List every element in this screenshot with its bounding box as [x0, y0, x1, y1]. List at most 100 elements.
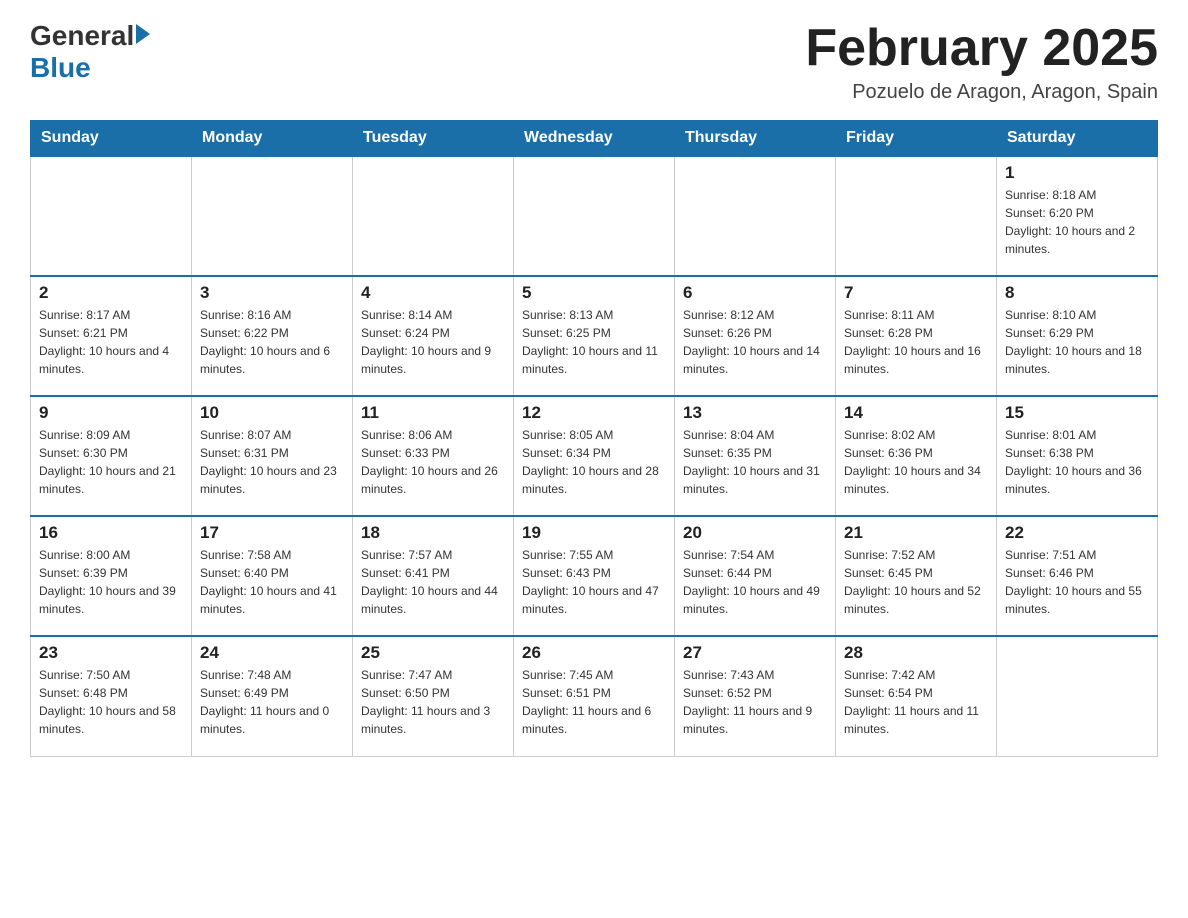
weekday-header-friday: Friday — [836, 121, 997, 157]
day-info: Sunrise: 8:06 AMSunset: 6:33 PMDaylight:… — [361, 426, 505, 498]
day-info: Sunrise: 7:50 AMSunset: 6:48 PMDaylight:… — [39, 666, 183, 738]
calendar-cell: 11 Sunrise: 8:06 AMSunset: 6:33 PMDayligh… — [353, 396, 514, 516]
day-info: Sunrise: 7:54 AMSunset: 6:44 PMDaylight:… — [683, 546, 827, 618]
page-header: General Blue February 2025 Pozuelo de Ar… — [30, 20, 1158, 104]
day-info: Sunrise: 8:05 AMSunset: 6:34 PMDaylight:… — [522, 426, 666, 498]
calendar-cell — [997, 636, 1158, 756]
day-number: 27 — [683, 643, 827, 663]
day-info: Sunrise: 8:14 AMSunset: 6:24 PMDaylight:… — [361, 306, 505, 378]
day-info: Sunrise: 7:42 AMSunset: 6:54 PMDaylight:… — [844, 666, 988, 738]
day-number: 17 — [200, 523, 344, 543]
weekday-header-sunday: Sunday — [31, 121, 192, 157]
day-number: 1 — [1005, 163, 1149, 183]
calendar-cell: 25Sunrise: 7:47 AMSunset: 6:50 PMDayligh… — [353, 636, 514, 756]
calendar-cell: 7 Sunrise: 8:11 AMSunset: 6:28 PMDaylight… — [836, 276, 997, 396]
logo-general-text: General — [30, 20, 134, 52]
day-info: Sunrise: 8:07 AMSunset: 6:31 PMDaylight:… — [200, 426, 344, 498]
day-info: Sunrise: 8:17 AMSunset: 6:21 PMDaylight:… — [39, 306, 183, 378]
calendar-week-row: 1Sunrise: 8:18 AMSunset: 6:20 PMDaylight… — [31, 156, 1158, 276]
day-info: Sunrise: 7:57 AMSunset: 6:41 PMDaylight:… — [361, 546, 505, 618]
day-info: Sunrise: 8:02 AMSunset: 6:36 PMDaylight:… — [844, 426, 988, 498]
calendar-cell: 14 Sunrise: 8:02 AMSunset: 6:36 PMDayligh… — [836, 396, 997, 516]
calendar-week-row: 16 Sunrise: 8:00 AMSunset: 6:39 PMDayligh… — [31, 516, 1158, 636]
calendar-cell: 17 Sunrise: 7:58 AMSunset: 6:40 PMDayligh… — [192, 516, 353, 636]
day-number: 22 — [1005, 523, 1149, 543]
weekday-header-wednesday: Wednesday — [514, 121, 675, 157]
calendar-cell — [192, 156, 353, 276]
calendar-cell: 6 Sunrise: 8:12 AMSunset: 6:26 PMDaylight… — [675, 276, 836, 396]
calendar-cell: 3Sunrise: 8:16 AMSunset: 6:22 PMDaylight… — [192, 276, 353, 396]
calendar-cell: 26Sunrise: 7:45 AMSunset: 6:51 PMDayligh… — [514, 636, 675, 756]
day-number: 12 — [522, 403, 666, 423]
day-number: 19 — [522, 523, 666, 543]
day-number: 5 — [522, 283, 666, 303]
day-number: 23 — [39, 643, 183, 663]
calendar-cell — [353, 156, 514, 276]
location-text: Pozuelo de Aragon, Aragon, Spain — [805, 81, 1158, 104]
day-info: Sunrise: 8:11 AMSunset: 6:28 PMDaylight:… — [844, 306, 988, 378]
calendar-cell: 1Sunrise: 8:18 AMSunset: 6:20 PMDaylight… — [997, 156, 1158, 276]
logo: General Blue — [30, 20, 150, 84]
day-number: 18 — [361, 523, 505, 543]
day-info: Sunrise: 7:48 AMSunset: 6:49 PMDaylight:… — [200, 666, 344, 738]
day-info: Sunrise: 7:58 AMSunset: 6:40 PMDaylight:… — [200, 546, 344, 618]
calendar-cell: 5 Sunrise: 8:13 AMSunset: 6:25 PMDaylight… — [514, 276, 675, 396]
calendar-cell: 9Sunrise: 8:09 AMSunset: 6:30 PMDaylight… — [31, 396, 192, 516]
day-number: 4 — [361, 283, 505, 303]
calendar-week-row: 2 Sunrise: 8:17 AMSunset: 6:21 PMDaylight… — [31, 276, 1158, 396]
day-number: 9 — [39, 403, 183, 423]
day-info: Sunrise: 7:52 AMSunset: 6:45 PMDaylight:… — [844, 546, 988, 618]
calendar-cell — [675, 156, 836, 276]
day-number: 25 — [361, 643, 505, 663]
day-info: Sunrise: 8:04 AMSunset: 6:35 PMDaylight:… — [683, 426, 827, 498]
day-number: 15 — [1005, 403, 1149, 423]
day-number: 7 — [844, 283, 988, 303]
calendar-week-row: 9Sunrise: 8:09 AMSunset: 6:30 PMDaylight… — [31, 396, 1158, 516]
title-block: February 2025 Pozuelo de Aragon, Aragon,… — [805, 20, 1158, 104]
weekday-header-thursday: Thursday — [675, 121, 836, 157]
day-info: Sunrise: 7:43 AMSunset: 6:52 PMDaylight:… — [683, 666, 827, 738]
day-number: 2 — [39, 283, 183, 303]
calendar-cell: 21 Sunrise: 7:52 AMSunset: 6:45 PMDayligh… — [836, 516, 997, 636]
calendar-cell: 23 Sunrise: 7:50 AMSunset: 6:48 PMDayligh… — [31, 636, 192, 756]
calendar-cell — [31, 156, 192, 276]
calendar-cell: 19Sunrise: 7:55 AMSunset: 6:43 PMDayligh… — [514, 516, 675, 636]
calendar-cell: 28Sunrise: 7:42 AMSunset: 6:54 PMDayligh… — [836, 636, 997, 756]
day-number: 24 — [200, 643, 344, 663]
day-number: 6 — [683, 283, 827, 303]
day-info: Sunrise: 8:16 AMSunset: 6:22 PMDaylight:… — [200, 306, 344, 378]
day-info: Sunrise: 8:01 AMSunset: 6:38 PMDaylight:… — [1005, 426, 1149, 498]
day-info: Sunrise: 8:12 AMSunset: 6:26 PMDaylight:… — [683, 306, 827, 378]
logo-blue-text: Blue — [30, 52, 91, 84]
calendar-cell: 20 Sunrise: 7:54 AMSunset: 6:44 PMDayligh… — [675, 516, 836, 636]
calendar-cell: 12 Sunrise: 8:05 AMSunset: 6:34 PMDayligh… — [514, 396, 675, 516]
day-info: Sunrise: 8:13 AMSunset: 6:25 PMDaylight:… — [522, 306, 666, 378]
day-number: 16 — [39, 523, 183, 543]
calendar-cell: 8 Sunrise: 8:10 AMSunset: 6:29 PMDaylight… — [997, 276, 1158, 396]
day-info: Sunrise: 8:00 AMSunset: 6:39 PMDaylight:… — [39, 546, 183, 618]
day-number: 11 — [361, 403, 505, 423]
weekday-header-saturday: Saturday — [997, 121, 1158, 157]
calendar-cell — [836, 156, 997, 276]
day-number: 20 — [683, 523, 827, 543]
logo-text: General — [30, 20, 150, 52]
calendar-week-row: 23 Sunrise: 7:50 AMSunset: 6:48 PMDayligh… — [31, 636, 1158, 756]
day-number: 21 — [844, 523, 988, 543]
day-number: 8 — [1005, 283, 1149, 303]
calendar-cell: 10 Sunrise: 8:07 AMSunset: 6:31 PMDayligh… — [192, 396, 353, 516]
calendar-cell: 22 Sunrise: 7:51 AMSunset: 6:46 PMDayligh… — [997, 516, 1158, 636]
calendar-cell: 24 Sunrise: 7:48 AMSunset: 6:49 PMDayligh… — [192, 636, 353, 756]
day-number: 10 — [200, 403, 344, 423]
weekday-header-monday: Monday — [192, 121, 353, 157]
weekday-header-row: SundayMondayTuesdayWednesdayThursdayFrid… — [31, 121, 1158, 157]
calendar-cell: 4 Sunrise: 8:14 AMSunset: 6:24 PMDaylight… — [353, 276, 514, 396]
day-number: 26 — [522, 643, 666, 663]
day-number: 14 — [844, 403, 988, 423]
calendar-table: SundayMondayTuesdayWednesdayThursdayFrid… — [30, 120, 1158, 757]
calendar-cell: 13 Sunrise: 8:04 AMSunset: 6:35 PMDayligh… — [675, 396, 836, 516]
day-info: Sunrise: 8:10 AMSunset: 6:29 PMDaylight:… — [1005, 306, 1149, 378]
calendar-cell: 2 Sunrise: 8:17 AMSunset: 6:21 PMDaylight… — [31, 276, 192, 396]
logo-arrow-icon — [136, 24, 150, 44]
day-info: Sunrise: 7:51 AMSunset: 6:46 PMDaylight:… — [1005, 546, 1149, 618]
day-number: 13 — [683, 403, 827, 423]
